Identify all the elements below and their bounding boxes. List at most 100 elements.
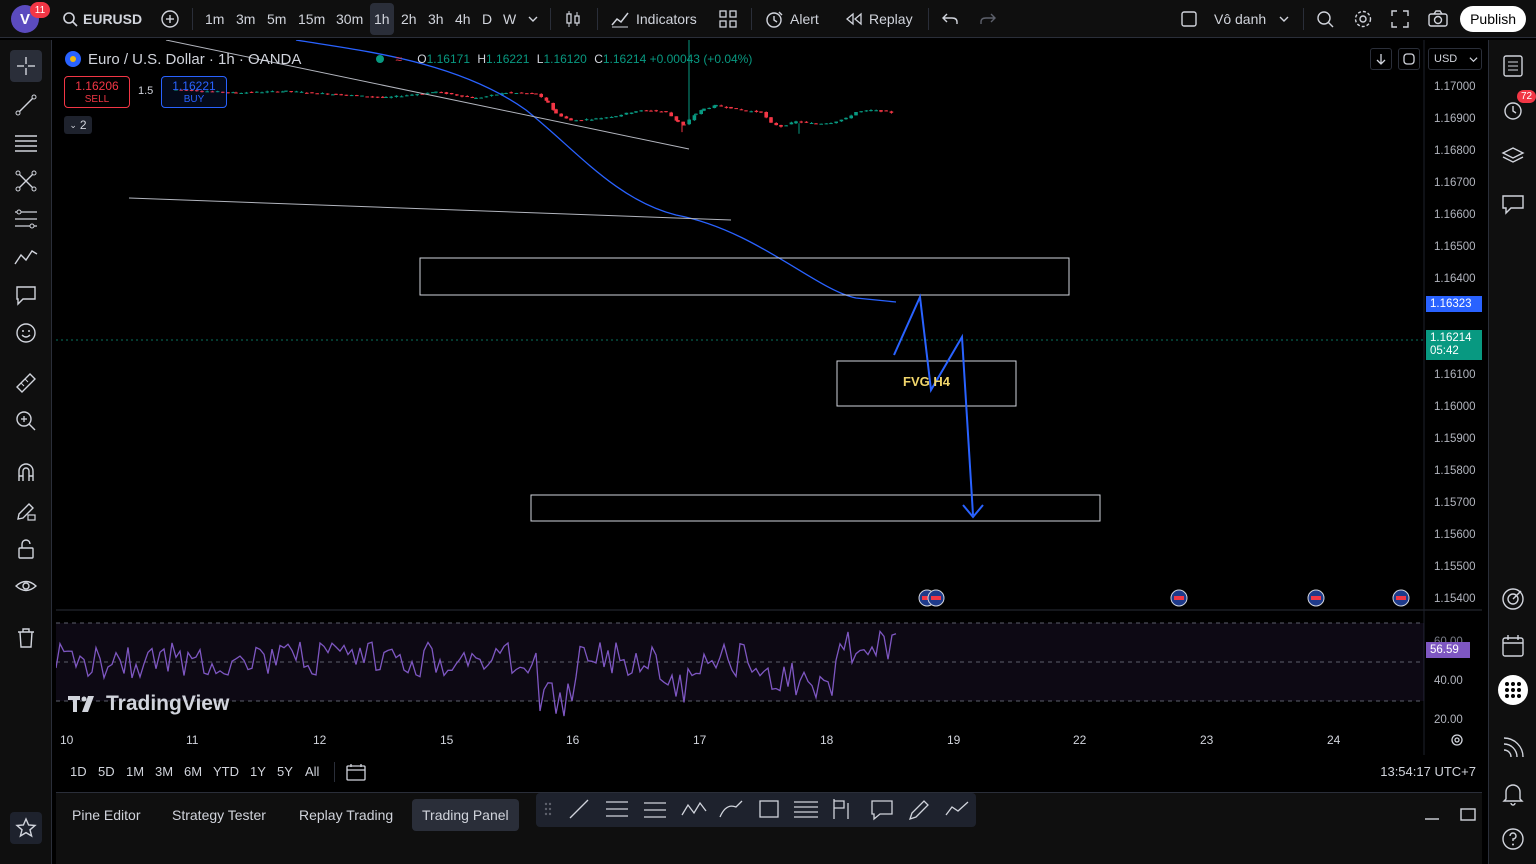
measure-tool[interactable] xyxy=(10,367,42,399)
lock-drawings-tool[interactable] xyxy=(10,533,42,565)
interval-5m[interactable]: 5m xyxy=(267,0,286,38)
price-axis-label: 1.16100 xyxy=(1434,369,1476,381)
auto-scale-button[interactable] xyxy=(1398,48,1420,70)
pattern-tool[interactable] xyxy=(10,165,42,197)
channel-icon[interactable] xyxy=(644,802,666,818)
candle-body xyxy=(707,107,711,109)
replay-label: Replay xyxy=(869,11,913,27)
magnet-tool[interactable] xyxy=(10,456,42,488)
interval-dropdown[interactable] xyxy=(527,0,539,38)
currency-select[interactable]: USD xyxy=(1428,48,1482,70)
products-button[interactable] xyxy=(1497,674,1529,706)
comment-icon[interactable] xyxy=(871,800,893,821)
trendline-tool[interactable] xyxy=(10,89,42,121)
candle-body xyxy=(310,92,314,94)
remove-drawings-tool[interactable] xyxy=(10,622,42,654)
interval-w[interactable]: W xyxy=(503,0,516,38)
range-1m[interactable]: 1M xyxy=(126,764,144,779)
tab-pine-editor[interactable]: Pine Editor xyxy=(62,799,150,831)
templates-button[interactable] xyxy=(718,0,738,38)
sell-button[interactable]: 1.16206 SELL xyxy=(64,76,130,108)
chart-pane[interactable]: Euro / U.S. Dollar · 1h · OANDA ≈ O1.161… xyxy=(56,40,1482,755)
indicators-collapse-button[interactable]: ⌄ 2 xyxy=(64,116,92,134)
help-button[interactable] xyxy=(1497,823,1529,855)
interval-4h[interactable]: 4h xyxy=(455,0,471,38)
chart-type-button[interactable] xyxy=(564,0,582,38)
interval-15m[interactable]: 15m xyxy=(298,0,325,38)
redo-button[interactable] xyxy=(980,0,996,38)
range-1d[interactable]: 1D xyxy=(70,764,87,779)
interval-30m[interactable]: 30m xyxy=(336,0,363,38)
snapshot-button[interactable] xyxy=(1428,0,1448,38)
stay-in-drawing-tool[interactable] xyxy=(10,495,42,527)
buy-button[interactable]: 1.16221 BUY xyxy=(161,76,227,108)
streams-button[interactable] xyxy=(1497,732,1529,764)
range-all[interactable]: All xyxy=(305,764,319,779)
interval-d[interactable]: D xyxy=(482,0,492,38)
quick-search-button[interactable] xyxy=(1315,0,1335,38)
tab-strategy-tester[interactable]: Strategy Tester xyxy=(162,799,276,831)
range-5d[interactable]: 5D xyxy=(98,764,115,779)
hotlists-button[interactable] xyxy=(1497,583,1529,615)
icon-tool[interactable] xyxy=(10,317,42,349)
replay-button[interactable]: Replay xyxy=(845,0,913,38)
fullscreen-button[interactable] xyxy=(1391,0,1409,38)
zigzag-icon[interactable] xyxy=(945,801,969,816)
range-6m[interactable]: 6M xyxy=(184,764,202,779)
interval-2h[interactable]: 2h xyxy=(401,0,417,38)
interval-1h[interactable]: 1h xyxy=(370,3,394,35)
lines-icon[interactable] xyxy=(606,801,628,817)
publish-button[interactable]: Publish xyxy=(1460,6,1526,32)
hide-drawings-tool[interactable] xyxy=(10,570,42,602)
settings-button[interactable] xyxy=(1353,0,1373,38)
crosshair-tool[interactable] xyxy=(10,50,42,82)
timezone-clock[interactable]: 13:54:17 UTC+7 xyxy=(1380,764,1476,779)
zoom-tool[interactable] xyxy=(10,405,42,437)
brush-icon[interactable] xyxy=(719,800,743,818)
drag-handle-icon[interactable] xyxy=(544,802,552,816)
maximize-panel-button[interactable] xyxy=(1460,807,1476,824)
price-chart[interactable] xyxy=(56,40,1482,755)
chats-button[interactable] xyxy=(1497,188,1529,220)
undo-button[interactable] xyxy=(942,0,958,38)
interval-3h[interactable]: 3h xyxy=(428,0,444,38)
text-tool[interactable] xyxy=(10,279,42,311)
fib-tool[interactable] xyxy=(10,203,42,235)
range-5y[interactable]: 5Y xyxy=(277,764,293,779)
alerts-button[interactable]: 72 xyxy=(1497,90,1536,126)
range-ytd[interactable]: YTD xyxy=(213,764,239,779)
grid-icon xyxy=(719,10,737,28)
calendar-button[interactable] xyxy=(1497,630,1529,662)
fib-icon xyxy=(15,209,37,229)
compare-symbol-button[interactable] xyxy=(160,0,180,38)
object-tree-button[interactable] xyxy=(1497,141,1529,173)
watchlist-favorites[interactable] xyxy=(10,812,42,844)
flag-icon[interactable] xyxy=(833,799,849,819)
wave-icon[interactable] xyxy=(681,801,707,816)
brush-tool[interactable] xyxy=(10,241,42,273)
interval-3m[interactable]: 3m xyxy=(236,0,255,38)
time-axis-label: 24 xyxy=(1327,733,1341,747)
flag-stripe xyxy=(931,596,941,600)
alert-button[interactable]: Alert xyxy=(764,0,819,38)
indicators-button[interactable]: Indicators xyxy=(610,0,697,38)
minimize-panel-button[interactable] xyxy=(1424,807,1440,824)
range-1y[interactable]: 1Y xyxy=(250,764,266,779)
symbol-search[interactable]: EURUSD xyxy=(62,0,142,38)
horizontal-lines-tool[interactable] xyxy=(10,127,42,159)
goto-date-button[interactable] xyxy=(346,763,366,784)
pen-icon[interactable] xyxy=(908,800,929,821)
notifications-button[interactable] xyxy=(1497,778,1529,810)
range-3m[interactable]: 3M xyxy=(155,764,173,779)
tab-trading-panel[interactable]: Trading Panel xyxy=(412,799,519,831)
text-lines-icon[interactable] xyxy=(794,801,818,818)
rectangle-icon[interactable] xyxy=(759,800,779,818)
trendline-icon[interactable] xyxy=(569,799,589,819)
order-quantity[interactable]: 1.5 xyxy=(138,85,153,97)
interval-1m[interactable]: 1m xyxy=(205,0,224,38)
watchlist-button[interactable] xyxy=(1497,50,1529,82)
axis-settings-button[interactable] xyxy=(1450,733,1464,750)
layout-select[interactable]: Vô danh xyxy=(1180,0,1290,38)
scroll-to-latest-button[interactable] xyxy=(1370,48,1392,70)
tab-replay-trading[interactable]: Replay Trading xyxy=(289,799,403,831)
